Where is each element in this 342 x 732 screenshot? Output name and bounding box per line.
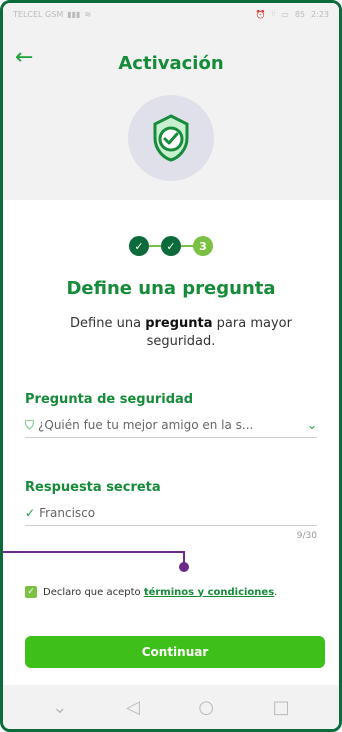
home-circle-icon[interactable]: ○ [198,697,214,718]
terms-link[interactable]: términos y condiciones [144,587,274,598]
header-area: ← Activación [3,25,339,200]
char-counter: 9/30 [296,531,317,541]
wifi-icon: ≋ [84,9,92,19]
question-label: Pregunta de seguridad [25,392,194,407]
terms-row: ✓ Declaro que acepto términos y condicio… [25,586,329,598]
terms-checkbox[interactable]: ✓ [25,586,37,598]
battery-level: 85 [294,9,306,19]
battery-icon: ▭ [281,9,289,19]
step-connector-2 [181,245,193,247]
answer-input[interactable]: ✓ Francisco [25,501,317,526]
question-value: ¿Quién fue tu mejor amigo en la s... [38,418,254,432]
back-triangle-icon[interactable]: ◁ [126,697,140,718]
step-1: ✓ [129,236,149,256]
terms-text: Declaro que acepto términos y condicione… [43,587,277,598]
status-right: ⏰ ⦙⦙ ▭ 85 2:23 [256,9,329,19]
shield-check-outline-icon: ✓ [25,506,36,520]
terms-suffix: . [274,586,278,598]
page-title: Activación [118,53,224,74]
step-2: ✓ [161,236,181,256]
alarm-icon: ⏰ [255,9,266,19]
annotation-dot [179,562,189,572]
shield-badge [128,95,214,181]
question-select[interactable]: ⛉ ¿Quién fue tu mejor amigo en la s... ⌄ [25,413,317,438]
annotation-line [3,551,183,553]
step-connector-1 [149,245,161,247]
signal-icon: ▮▮▮ [67,9,81,19]
answer-label: Respuesta secreta [25,480,161,495]
shield-check-icon [153,114,189,162]
section-heading: Define una pregunta [66,278,276,299]
status-bar: TELCEL GSM ▮▮▮ ≋ ⏰ ⦙⦙ ▭ 85 2:23 [3,3,339,25]
step-3: 3 [193,236,213,256]
terms-prefix: Declaro que acepto [43,586,144,598]
subtitle-prefix: Define una [70,316,146,331]
status-left: TELCEL GSM ▮▮▮ ≋ [13,10,91,19]
subtitle-bold: pregunta [145,316,213,331]
recents-square-icon[interactable]: □ [273,697,290,718]
stepper: ✓ ✓ 3 [3,236,339,256]
chevron-down-icon[interactable]: ⌄ [52,697,67,718]
answer-value: Francisco [39,506,96,520]
shield-outline-icon: ⛉ [25,417,35,432]
vibrate-icon: ⦙⦙ [271,9,276,18]
carrier-name: TELCEL GSM [13,9,64,19]
time: 2:23 [311,9,329,19]
section-subtitle: Define una pregunta para mayor seguridad… [63,315,299,351]
phone-frame: TELCEL GSM ▮▮▮ ≋ ⏰ ⦙⦙ ▭ 85 2:23 ← Activa… [0,0,342,732]
continue-button[interactable]: Continuar [25,636,325,668]
chevron-down-icon[interactable]: ⌄ [307,418,317,432]
system-navbar: ⌄ ◁ ○ □ [3,685,339,729]
